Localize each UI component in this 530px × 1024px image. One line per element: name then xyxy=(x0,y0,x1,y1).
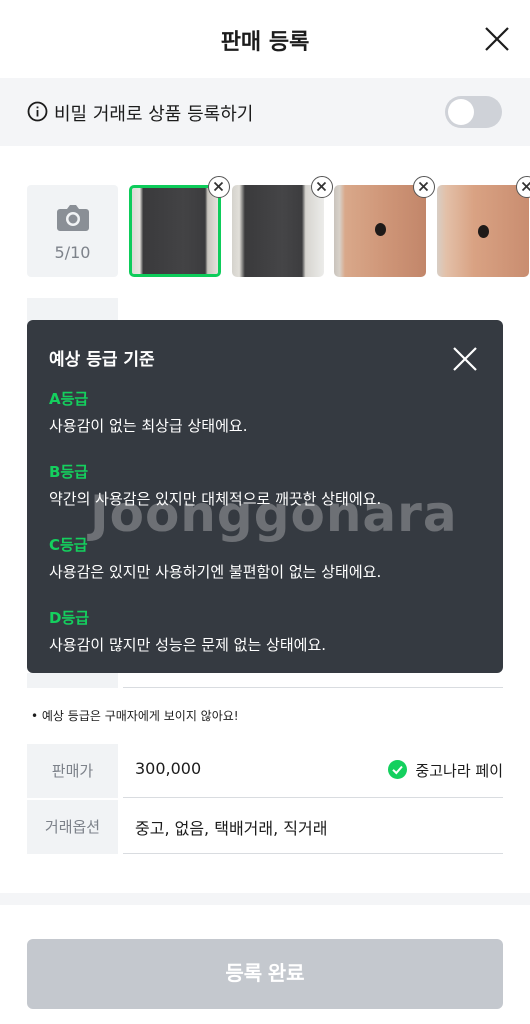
photo-strip: 5/10 xyxy=(27,176,530,277)
hidden-field-label xyxy=(27,673,118,688)
submit-button[interactable]: 등록 완료 xyxy=(27,939,503,1009)
apple-logo-icon xyxy=(478,225,489,238)
grade-criteria-popup: 예상 등급 기준 A등급 사용감이 없는 최상급 상태에요. B등급 약간의 사… xyxy=(27,320,503,673)
photo-count: 5/10 xyxy=(54,243,91,262)
secret-trade-bar: 비밀 거래로 상품 등록하기 xyxy=(0,78,530,146)
grade-description: 사용감이 많지만 성능은 문제 없는 상태에요. xyxy=(49,636,327,654)
joonggonara-pay-toggle[interactable]: 중고나라 페이 xyxy=(388,760,503,781)
field-divider xyxy=(123,687,503,688)
section-separator xyxy=(0,893,530,905)
field-divider xyxy=(123,853,503,854)
pay-label: 중고나라 페이 xyxy=(415,762,503,780)
remove-photo-button[interactable] xyxy=(413,176,435,198)
close-icon xyxy=(521,181,530,192)
price-row: 판매가 300,000 중고나라 페이 xyxy=(27,744,503,798)
remove-photo-button[interactable] xyxy=(516,176,530,198)
close-icon[interactable] xyxy=(484,26,510,52)
secret-trade-toggle[interactable] xyxy=(445,96,502,128)
watermark: Joonggonara xyxy=(90,485,458,543)
remove-photo-button[interactable] xyxy=(311,176,333,198)
trade-options-label: 거래옵션 xyxy=(27,800,118,854)
camera-icon xyxy=(57,205,89,231)
tablet-photo xyxy=(232,185,324,277)
apple-logo-icon xyxy=(375,223,386,236)
popup-title: 예상 등급 기준 xyxy=(49,350,155,370)
header: 판매 등록 xyxy=(0,0,530,78)
tablet-photo xyxy=(129,185,221,277)
grade-name: B등급 xyxy=(49,463,89,481)
toggle-knob xyxy=(448,99,474,125)
grade-name: A등급 xyxy=(49,390,89,408)
photo-thumbnail[interactable] xyxy=(129,176,230,277)
remove-photo-button[interactable] xyxy=(208,176,230,198)
close-icon[interactable] xyxy=(453,347,477,371)
grade-name: D등급 xyxy=(49,609,90,627)
grade-visibility-note: • 예상 등급은 구매자에게 보이지 않아요! xyxy=(31,709,239,723)
grade-item-d: D등급 사용감이 많지만 성능은 문제 없는 상태에요. xyxy=(49,607,326,655)
close-icon xyxy=(418,181,429,192)
photo-thumbnail[interactable] xyxy=(232,176,333,277)
field-divider xyxy=(123,797,503,798)
grade-description: 사용감은 있지만 사용하기엔 불편함이 없는 상태에요. xyxy=(49,563,382,581)
grade-description: 사용감이 없는 최상급 상태에요. xyxy=(49,417,248,435)
close-icon xyxy=(316,181,327,192)
check-circle-icon xyxy=(388,760,408,779)
trade-options-row[interactable]: 거래옵션 중고, 없음, 택배거래, 직거래 xyxy=(27,800,503,854)
ipad-photo xyxy=(437,185,529,277)
trade-options-value[interactable]: 중고, 없음, 택배거래, 직거래 xyxy=(135,815,327,839)
close-icon xyxy=(213,181,224,192)
price-label: 판매가 xyxy=(27,744,118,798)
secret-trade-label: 비밀 거래로 상품 등록하기 xyxy=(54,104,254,125)
photo-thumbnail[interactable] xyxy=(437,176,530,277)
grade-item-a: A등급 사용감이 없는 최상급 상태에요. xyxy=(49,388,247,436)
price-input[interactable]: 300,000 xyxy=(135,759,201,778)
info-icon xyxy=(27,101,48,122)
ipad-photo xyxy=(334,185,426,277)
photo-thumbnail[interactable] xyxy=(334,176,435,277)
page-title: 판매 등록 xyxy=(220,30,310,55)
add-photo-button[interactable]: 5/10 xyxy=(27,185,118,277)
